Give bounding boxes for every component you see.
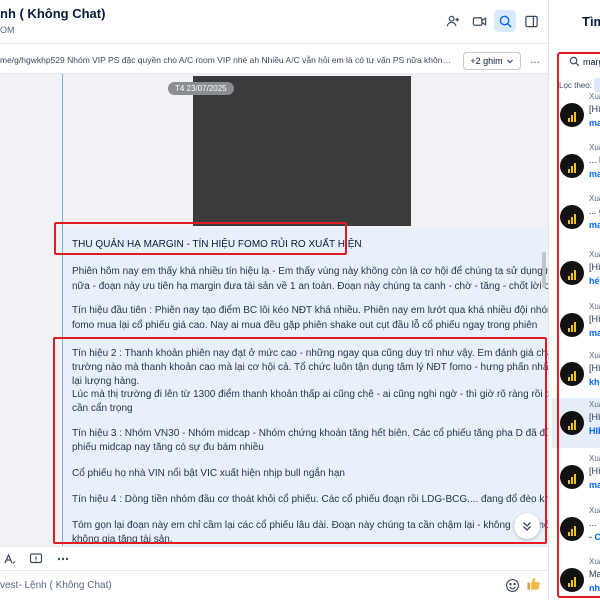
pin-count-label: +2 ghim	[470, 56, 503, 66]
message-input[interactable]: vest- Lệnh ( Không Chat)	[0, 580, 112, 591]
message-line: Phiên hôm nay em thấy khá nhiều tín hiệu…	[72, 266, 548, 277]
double-chevron-down-icon	[523, 522, 531, 531]
pinned-message-bar[interactable]: me/g/hgwkhp529 Nhóm VIP PS đặc quyền cho…	[0, 48, 548, 74]
text-format-icon	[4, 553, 16, 564]
video-icon	[472, 16, 486, 26]
pinned-message-text[interactable]: me/g/hgwkhp529 Nhóm VIP PS đặc quyền cho…	[0, 55, 455, 65]
toggle-panel-button[interactable]	[520, 10, 542, 32]
highlight-box-body	[53, 337, 547, 544]
image-attachment[interactable]	[193, 76, 411, 226]
like-button[interactable]	[526, 576, 541, 594]
more-tools-button[interactable]	[55, 551, 71, 567]
video-call-button[interactable]	[468, 10, 490, 32]
chat-subtitle: OM	[0, 25, 15, 35]
quick-message-button[interactable]	[28, 551, 44, 567]
search-panel-title: Tìm	[582, 14, 600, 29]
search-button[interactable]	[494, 10, 516, 32]
highlight-box-results	[557, 52, 600, 598]
message-list[interactable]: T4 23/07/2025 THU QUẢN HẠ MARGIN - TÍN H…	[0, 74, 548, 546]
add-member-button[interactable]	[442, 10, 464, 32]
pin-options-button[interactable]: ...	[530, 52, 540, 66]
message-line: Tín hiệu đầu tiên : Phiên nay tạo điểm B…	[72, 305, 548, 316]
composer-toolbar	[0, 546, 548, 570]
panel-divider	[548, 0, 549, 600]
more-pins-button[interactable]: +2 ghim	[463, 52, 521, 70]
chevron-down-icon	[506, 59, 513, 64]
text-format-button[interactable]	[2, 551, 18, 567]
message-line: nữa - đoạn này ưu tiên hạ margin đưa tài…	[72, 281, 548, 292]
more-horizontal-icon	[57, 557, 69, 561]
add-member-icon	[446, 15, 459, 26]
thumbs-up-icon	[527, 577, 540, 590]
chat-title[interactable]: nh ( Không Chat)	[0, 6, 105, 21]
quick-message-icon	[29, 553, 43, 564]
chat-scrollbar[interactable]	[542, 252, 546, 288]
panel-icon	[524, 15, 538, 27]
chat-header: nh ( Không Chat) OM	[0, 0, 548, 44]
header-actions	[442, 10, 542, 32]
date-separator: T4 23/07/2025	[168, 82, 234, 95]
message-input-bar[interactable]: vest- Lệnh ( Không Chat)	[0, 570, 548, 600]
message-line: fomo mua lại cổ phiếu giá cao. Nay ai mu…	[72, 320, 538, 331]
search-icon	[499, 15, 512, 28]
highlight-box-title	[54, 222, 347, 255]
scroll-to-bottom-button[interactable]	[514, 513, 540, 539]
emoji-icon[interactable]	[505, 578, 520, 593]
